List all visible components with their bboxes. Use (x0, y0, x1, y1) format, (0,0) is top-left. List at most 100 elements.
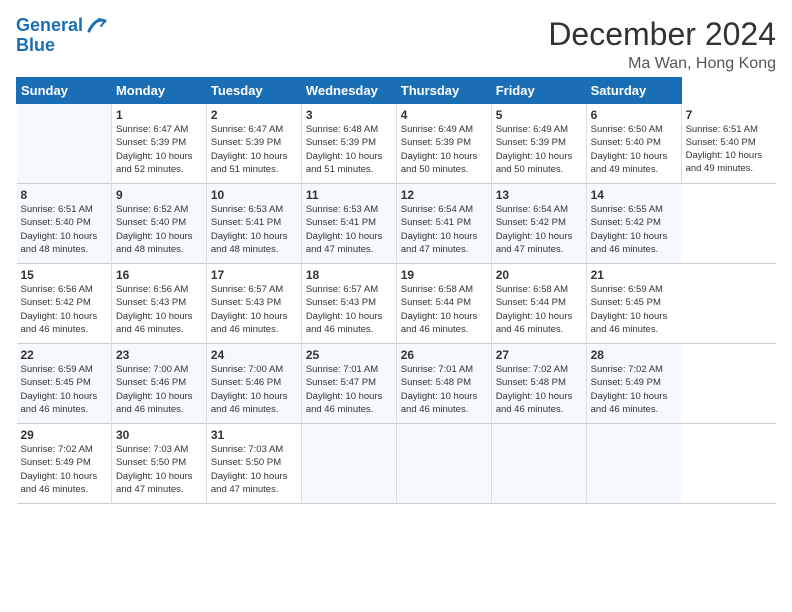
day-cell: 27Sunrise: 7:02 AMSunset: 5:48 PMDayligh… (491, 344, 586, 424)
week-row-5: 29Sunrise: 7:02 AMSunset: 5:49 PMDayligh… (17, 424, 777, 504)
logo: General Blue (16, 16, 107, 56)
day-number: 19 (401, 268, 487, 282)
day-info: Sunrise: 6:55 AMSunset: 5:42 PMDaylight:… (591, 203, 677, 256)
day-info: Sunrise: 6:53 AMSunset: 5:41 PMDaylight:… (306, 203, 392, 256)
day-cell: 22Sunrise: 6:59 AMSunset: 5:45 PMDayligh… (17, 344, 112, 424)
day-info: Sunrise: 6:47 AMSunset: 5:39 PMDaylight:… (116, 123, 202, 176)
day-info: Sunrise: 7:03 AMSunset: 5:50 PMDaylight:… (116, 443, 202, 496)
day-cell: 21Sunrise: 6:59 AMSunset: 5:45 PMDayligh… (586, 264, 681, 344)
day-info: Sunrise: 6:54 AMSunset: 5:42 PMDaylight:… (496, 203, 582, 256)
day-cell: 12Sunrise: 6:54 AMSunset: 5:41 PMDayligh… (396, 184, 491, 264)
day-info: Sunrise: 6:57 AMSunset: 5:43 PMDaylight:… (306, 283, 392, 336)
day-info: Sunrise: 6:57 AMSunset: 5:43 PMDaylight:… (211, 283, 297, 336)
day-number: 17 (211, 268, 297, 282)
week-row-4: 22Sunrise: 6:59 AMSunset: 5:45 PMDayligh… (17, 344, 777, 424)
day-cell: 30Sunrise: 7:03 AMSunset: 5:50 PMDayligh… (111, 424, 206, 504)
day-cell: 4Sunrise: 6:49 AMSunset: 5:39 PMDaylight… (396, 104, 491, 184)
day-info: Sunrise: 6:54 AMSunset: 5:41 PMDaylight:… (401, 203, 487, 256)
week-row-1: 1Sunrise: 6:47 AMSunset: 5:39 PMDaylight… (17, 104, 777, 184)
day-info: Sunrise: 7:01 AMSunset: 5:47 PMDaylight:… (306, 363, 392, 416)
header: General Blue December 2024 Ma Wan, Hong … (16, 16, 776, 73)
logo-text: General (16, 16, 83, 36)
day-info: Sunrise: 6:58 AMSunset: 5:44 PMDaylight:… (401, 283, 487, 336)
day-number: 25 (306, 348, 392, 362)
day-number: 10 (211, 188, 297, 202)
day-number: 16 (116, 268, 202, 282)
day-cell (396, 424, 491, 504)
day-cell: 28Sunrise: 7:02 AMSunset: 5:49 PMDayligh… (586, 344, 681, 424)
day-number: 8 (21, 188, 107, 202)
day-number: 22 (21, 348, 107, 362)
weekday-header-saturday: Saturday (586, 78, 681, 104)
day-cell: 10Sunrise: 6:53 AMSunset: 5:41 PMDayligh… (206, 184, 301, 264)
day-number: 18 (306, 268, 392, 282)
day-number: 24 (211, 348, 297, 362)
day-cell: 11Sunrise: 6:53 AMSunset: 5:41 PMDayligh… (301, 184, 396, 264)
day-cell: 24Sunrise: 7:00 AMSunset: 5:46 PMDayligh… (206, 344, 301, 424)
day-number: 15 (21, 268, 107, 282)
day-cell (17, 104, 112, 184)
day-cell: 9Sunrise: 6:52 AMSunset: 5:40 PMDaylight… (111, 184, 206, 264)
day-info: Sunrise: 7:00 AMSunset: 5:46 PMDaylight:… (116, 363, 202, 416)
day-number: 31 (211, 428, 297, 442)
day-info: Sunrise: 7:02 AMSunset: 5:48 PMDaylight:… (496, 363, 582, 416)
day-number: 5 (496, 108, 582, 122)
day-cell: 25Sunrise: 7:01 AMSunset: 5:47 PMDayligh… (301, 344, 396, 424)
day-cell: 29Sunrise: 7:02 AMSunset: 5:49 PMDayligh… (17, 424, 112, 504)
day-cell: 16Sunrise: 6:56 AMSunset: 5:43 PMDayligh… (111, 264, 206, 344)
day-number: 11 (306, 188, 392, 202)
day-number: 30 (116, 428, 202, 442)
day-info: Sunrise: 6:50 AMSunset: 5:40 PMDaylight:… (591, 123, 677, 176)
location-title: Ma Wan, Hong Kong (548, 55, 776, 73)
day-cell: 6Sunrise: 6:50 AMSunset: 5:40 PMDaylight… (586, 104, 681, 184)
day-info: Sunrise: 7:02 AMSunset: 5:49 PMDaylight:… (21, 443, 107, 496)
day-number: 21 (591, 268, 677, 282)
day-info: Sunrise: 6:49 AMSunset: 5:39 PMDaylight:… (401, 123, 487, 176)
week-row-3: 15Sunrise: 6:56 AMSunset: 5:42 PMDayligh… (17, 264, 777, 344)
day-cell: 19Sunrise: 6:58 AMSunset: 5:44 PMDayligh… (396, 264, 491, 344)
weekday-header-wednesday: Wednesday (301, 78, 396, 104)
day-number: 3 (306, 108, 392, 122)
day-number: 4 (401, 108, 487, 122)
day-info: Sunrise: 6:48 AMSunset: 5:39 PMDaylight:… (306, 123, 392, 176)
weekday-header-friday: Friday (491, 78, 586, 104)
day-number: 6 (591, 108, 677, 122)
weekday-header-row: SundayMondayTuesdayWednesdayThursdayFrid… (17, 78, 777, 104)
day-cell: 20Sunrise: 6:58 AMSunset: 5:44 PMDayligh… (491, 264, 586, 344)
day-number: 14 (591, 188, 677, 202)
day-number: 1 (116, 108, 202, 122)
day-info: Sunrise: 7:03 AMSunset: 5:50 PMDaylight:… (211, 443, 297, 496)
day-number: 7 (686, 108, 772, 122)
weekday-header-tuesday: Tuesday (206, 78, 301, 104)
weekday-header-monday: Monday (111, 78, 206, 104)
day-cell: 14Sunrise: 6:55 AMSunset: 5:42 PMDayligh… (586, 184, 681, 264)
day-info: Sunrise: 7:01 AMSunset: 5:48 PMDaylight:… (401, 363, 487, 416)
day-number: 29 (21, 428, 107, 442)
day-number: 13 (496, 188, 582, 202)
day-info: Sunrise: 6:59 AMSunset: 5:45 PMDaylight:… (21, 363, 107, 416)
day-number: 20 (496, 268, 582, 282)
page-container: General Blue December 2024 Ma Wan, Hong … (0, 0, 792, 512)
day-cell: 31Sunrise: 7:03 AMSunset: 5:50 PMDayligh… (206, 424, 301, 504)
weekday-header-thursday: Thursday (396, 78, 491, 104)
day-info: Sunrise: 6:53 AMSunset: 5:41 PMDaylight:… (211, 203, 297, 256)
day-cell: 3Sunrise: 6:48 AMSunset: 5:39 PMDaylight… (301, 104, 396, 184)
day-number: 28 (591, 348, 677, 362)
day-info: Sunrise: 6:56 AMSunset: 5:43 PMDaylight:… (116, 283, 202, 336)
day-info: Sunrise: 6:51 AMSunset: 5:40 PMDaylight:… (686, 123, 772, 176)
day-cell (301, 424, 396, 504)
calendar-table: SundayMondayTuesdayWednesdayThursdayFrid… (16, 77, 776, 504)
day-info: Sunrise: 6:51 AMSunset: 5:40 PMDaylight:… (21, 203, 107, 256)
day-info: Sunrise: 6:59 AMSunset: 5:45 PMDaylight:… (591, 283, 677, 336)
day-info: Sunrise: 6:56 AMSunset: 5:42 PMDaylight:… (21, 283, 107, 336)
month-title: December 2024 (548, 16, 776, 53)
day-number: 23 (116, 348, 202, 362)
day-cell (586, 424, 681, 504)
logo-subtext: Blue (16, 36, 107, 56)
title-block: December 2024 Ma Wan, Hong Kong (548, 16, 776, 73)
day-info: Sunrise: 6:52 AMSunset: 5:40 PMDaylight:… (116, 203, 202, 256)
day-cell: 18Sunrise: 6:57 AMSunset: 5:43 PMDayligh… (301, 264, 396, 344)
week-row-2: 8Sunrise: 6:51 AMSunset: 5:40 PMDaylight… (17, 184, 777, 264)
day-cell: 13Sunrise: 6:54 AMSunset: 5:42 PMDayligh… (491, 184, 586, 264)
day-info: Sunrise: 6:49 AMSunset: 5:39 PMDaylight:… (496, 123, 582, 176)
